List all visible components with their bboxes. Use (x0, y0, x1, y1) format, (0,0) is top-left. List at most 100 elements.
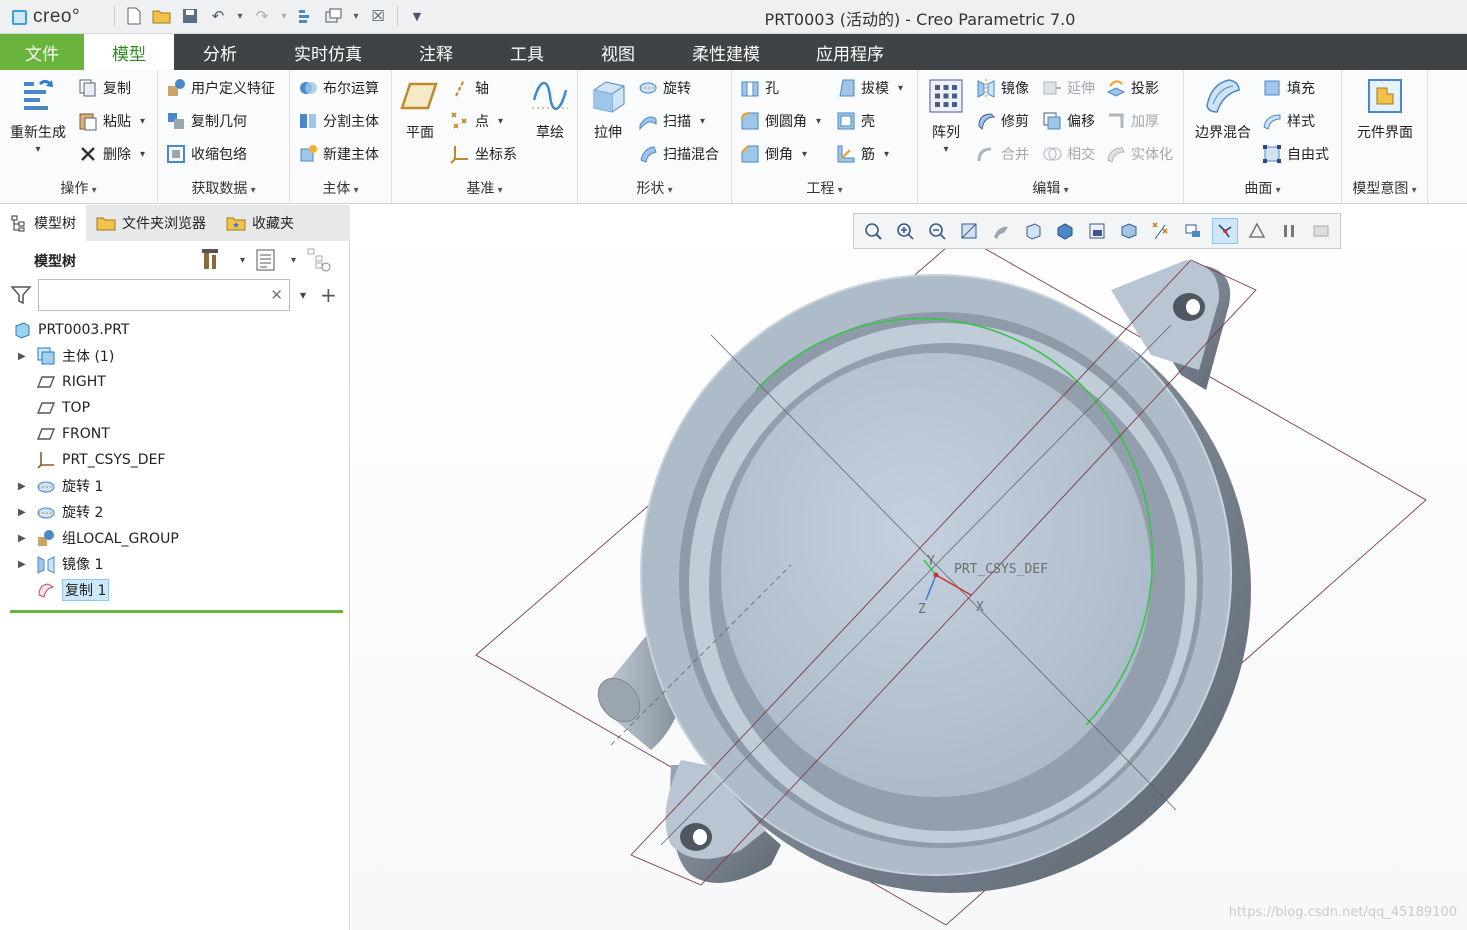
tree-search-input[interactable]: ✕ (38, 279, 290, 311)
new-body-button[interactable]: 新建主体 (298, 143, 379, 165)
tree-item[interactable]: ▶ 组LOCAL_GROUP (0, 525, 350, 551)
pattern-dropdown-icon[interactable]: ▾ (943, 144, 948, 155)
tree-columns-dropdown-icon[interactable]: ▾ (291, 255, 296, 266)
tree-item[interactable]: FRONT (0, 421, 350, 447)
menu-tab-tools[interactable]: 工具 (482, 34, 572, 70)
tree-item[interactable]: PRT_CSYS_DEF (0, 447, 350, 473)
open-folder-icon[interactable] (151, 5, 173, 27)
trim-button[interactable]: 修剪 (976, 110, 1029, 132)
expand-arrow-icon[interactable]: ▶ (18, 481, 32, 492)
tree-item[interactable]: PRT0003.PRT (0, 317, 350, 343)
tree-item[interactable]: ▶ 旋转 1 (0, 473, 350, 499)
component-interface-button[interactable]: 元件界面 (1346, 76, 1424, 142)
udf-button[interactable]: 用户定义特征 (166, 77, 275, 99)
revolve-button[interactable]: 旋转 (638, 77, 691, 99)
csys-button[interactable]: 坐标系 (450, 143, 517, 165)
copy-button[interactable]: 复制 (78, 77, 131, 99)
tab-favorites[interactable]: 收藏夹 (216, 205, 304, 241)
model-viewport[interactable]: Y X Z PRT_CSYS_DEF (351, 205, 1467, 930)
group-label-body[interactable]: 主体 (290, 178, 391, 198)
regenerate-dropdown-icon[interactable]: ▾ (35, 144, 40, 155)
spin-center-icon[interactable] (1212, 218, 1238, 244)
menu-tab-file[interactable]: 文件 (0, 34, 84, 70)
draft-dropdown-icon[interactable]: ▾ (898, 83, 903, 94)
split-body-button[interactable]: 分割主体 (298, 110, 379, 132)
sweep-button[interactable]: 扫描 ▾ (638, 110, 705, 132)
datum-point-dropdown-icon[interactable]: ▾ (498, 116, 503, 127)
sweep-dropdown-icon[interactable]: ▾ (700, 116, 705, 127)
zoom-out-icon[interactable] (924, 218, 950, 244)
fill-button[interactable]: 填充 (1262, 77, 1315, 99)
tree-item[interactable]: ▶ 主体 (1) (0, 343, 350, 369)
new-file-icon[interactable] (123, 5, 145, 27)
offset-button[interactable]: 偏移 (1042, 110, 1095, 132)
close-window-icon[interactable]: ☒ (367, 5, 389, 27)
project-button[interactable]: 投影 (1106, 77, 1159, 99)
rib-button[interactable]: 筋 ▾ (836, 143, 889, 165)
expand-arrow-icon[interactable]: ▶ (18, 533, 32, 544)
group-label-shapes[interactable]: 形状 (578, 178, 731, 198)
display-style-icon[interactable] (1052, 218, 1078, 244)
tab-model-tree[interactable]: 模型树 (0, 205, 86, 241)
group-label-engineering[interactable]: 工程 (732, 178, 917, 198)
pattern-button[interactable]: 阵列 ▾ (924, 76, 968, 155)
boolean-button[interactable]: 布尔运算 (298, 77, 379, 99)
delete-dropdown-icon[interactable]: ▾ (140, 149, 145, 160)
expand-arrow-icon[interactable]: ▶ (18, 351, 32, 362)
datum-display-filters-icon[interactable] (1148, 218, 1174, 244)
tree-item[interactable]: RIGHT (0, 369, 350, 395)
tree-settings-icon[interactable] (200, 247, 226, 273)
group-label-operations[interactable]: 操作 (0, 178, 157, 198)
dim-feature-icon[interactable] (1308, 218, 1334, 244)
expand-arrow-icon[interactable]: ▶ (18, 559, 32, 570)
tree-settings-dropdown-icon[interactable]: ▾ (240, 255, 245, 266)
swept-blend-button[interactable]: 扫描混合 (638, 143, 719, 165)
shrinkwrap-button[interactable]: 收缩包络 (166, 143, 247, 165)
redo-dropdown-icon[interactable]: ▾ (279, 5, 289, 27)
repaint-icon[interactable] (956, 218, 982, 244)
menu-tab-annotate[interactable]: 注释 (390, 34, 482, 70)
menu-tab-model[interactable]: 模型 (84, 34, 174, 70)
named-view-icon[interactable] (1244, 218, 1270, 244)
sketch-button[interactable]: 草绘 (526, 76, 574, 142)
extend-button[interactable]: 延伸 (1042, 77, 1095, 99)
style-button[interactable]: 样式 (1262, 110, 1315, 132)
merge-button[interactable]: 合并 (976, 143, 1029, 165)
extrude-button[interactable]: 拉伸 (584, 76, 632, 142)
expand-arrow-icon[interactable]: ▶ (18, 507, 32, 518)
undo-dropdown-icon[interactable]: ▾ (235, 5, 245, 27)
redo-icon[interactable]: ↷ (251, 5, 273, 27)
boundary-blend-button[interactable]: 边界混合 (1190, 76, 1256, 142)
menu-tab-live-simulation[interactable]: 实时仿真 (266, 34, 390, 70)
insert-indicator[interactable] (10, 610, 343, 613)
search-options-dropdown-icon[interactable]: ▾ (300, 288, 306, 302)
menu-tab-flexible-modeling[interactable]: 柔性建模 (664, 34, 788, 70)
add-icon[interactable]: + (320, 283, 337, 307)
datum-plane-button[interactable]: 平面 (398, 76, 442, 142)
customize-qat-icon[interactable]: ▼ (406, 5, 428, 27)
menu-tab-view[interactable]: 视图 (572, 34, 664, 70)
datum-point-button[interactable]: 点 ▾ (450, 110, 503, 132)
round-button[interactable]: 倒圆角 ▾ (740, 110, 821, 132)
shell-button[interactable]: 壳 (836, 110, 875, 132)
freestyle-button[interactable]: 自由式 (1262, 143, 1329, 165)
group-label-model-intent[interactable]: 模型意图 (1342, 178, 1427, 198)
group-label-get-data[interactable]: 获取数据 (158, 178, 289, 198)
draft-button[interactable]: 拔模 ▾ (836, 77, 903, 99)
menu-tab-analysis[interactable]: 分析 (174, 34, 266, 70)
round-dropdown-icon[interactable]: ▾ (816, 116, 821, 127)
datum-axis-button[interactable]: 轴 (450, 77, 489, 99)
tree-filter-settings-icon[interactable] (306, 247, 332, 273)
copy-geometry-button[interactable]: 复制几何 (166, 110, 247, 132)
perspective-view-icon[interactable] (1116, 218, 1142, 244)
paste-button[interactable]: 粘贴 ▾ (78, 110, 145, 132)
filter-icon[interactable] (10, 284, 32, 306)
thicken-button[interactable]: 加厚 (1106, 110, 1159, 132)
menu-tab-applications[interactable]: 应用程序 (788, 34, 912, 70)
graphics-window[interactable]: Y X Z PRT_CSYS_DEF https://blog.csdn.net… (351, 205, 1467, 930)
mirror-button[interactable]: 镜像 (976, 77, 1029, 99)
pause-icon[interactable] (1276, 218, 1302, 244)
save-icon[interactable] (179, 5, 201, 27)
view-manager-icon[interactable] (1084, 218, 1110, 244)
tree-item[interactable]: ▶ 旋转 2 (0, 499, 350, 525)
